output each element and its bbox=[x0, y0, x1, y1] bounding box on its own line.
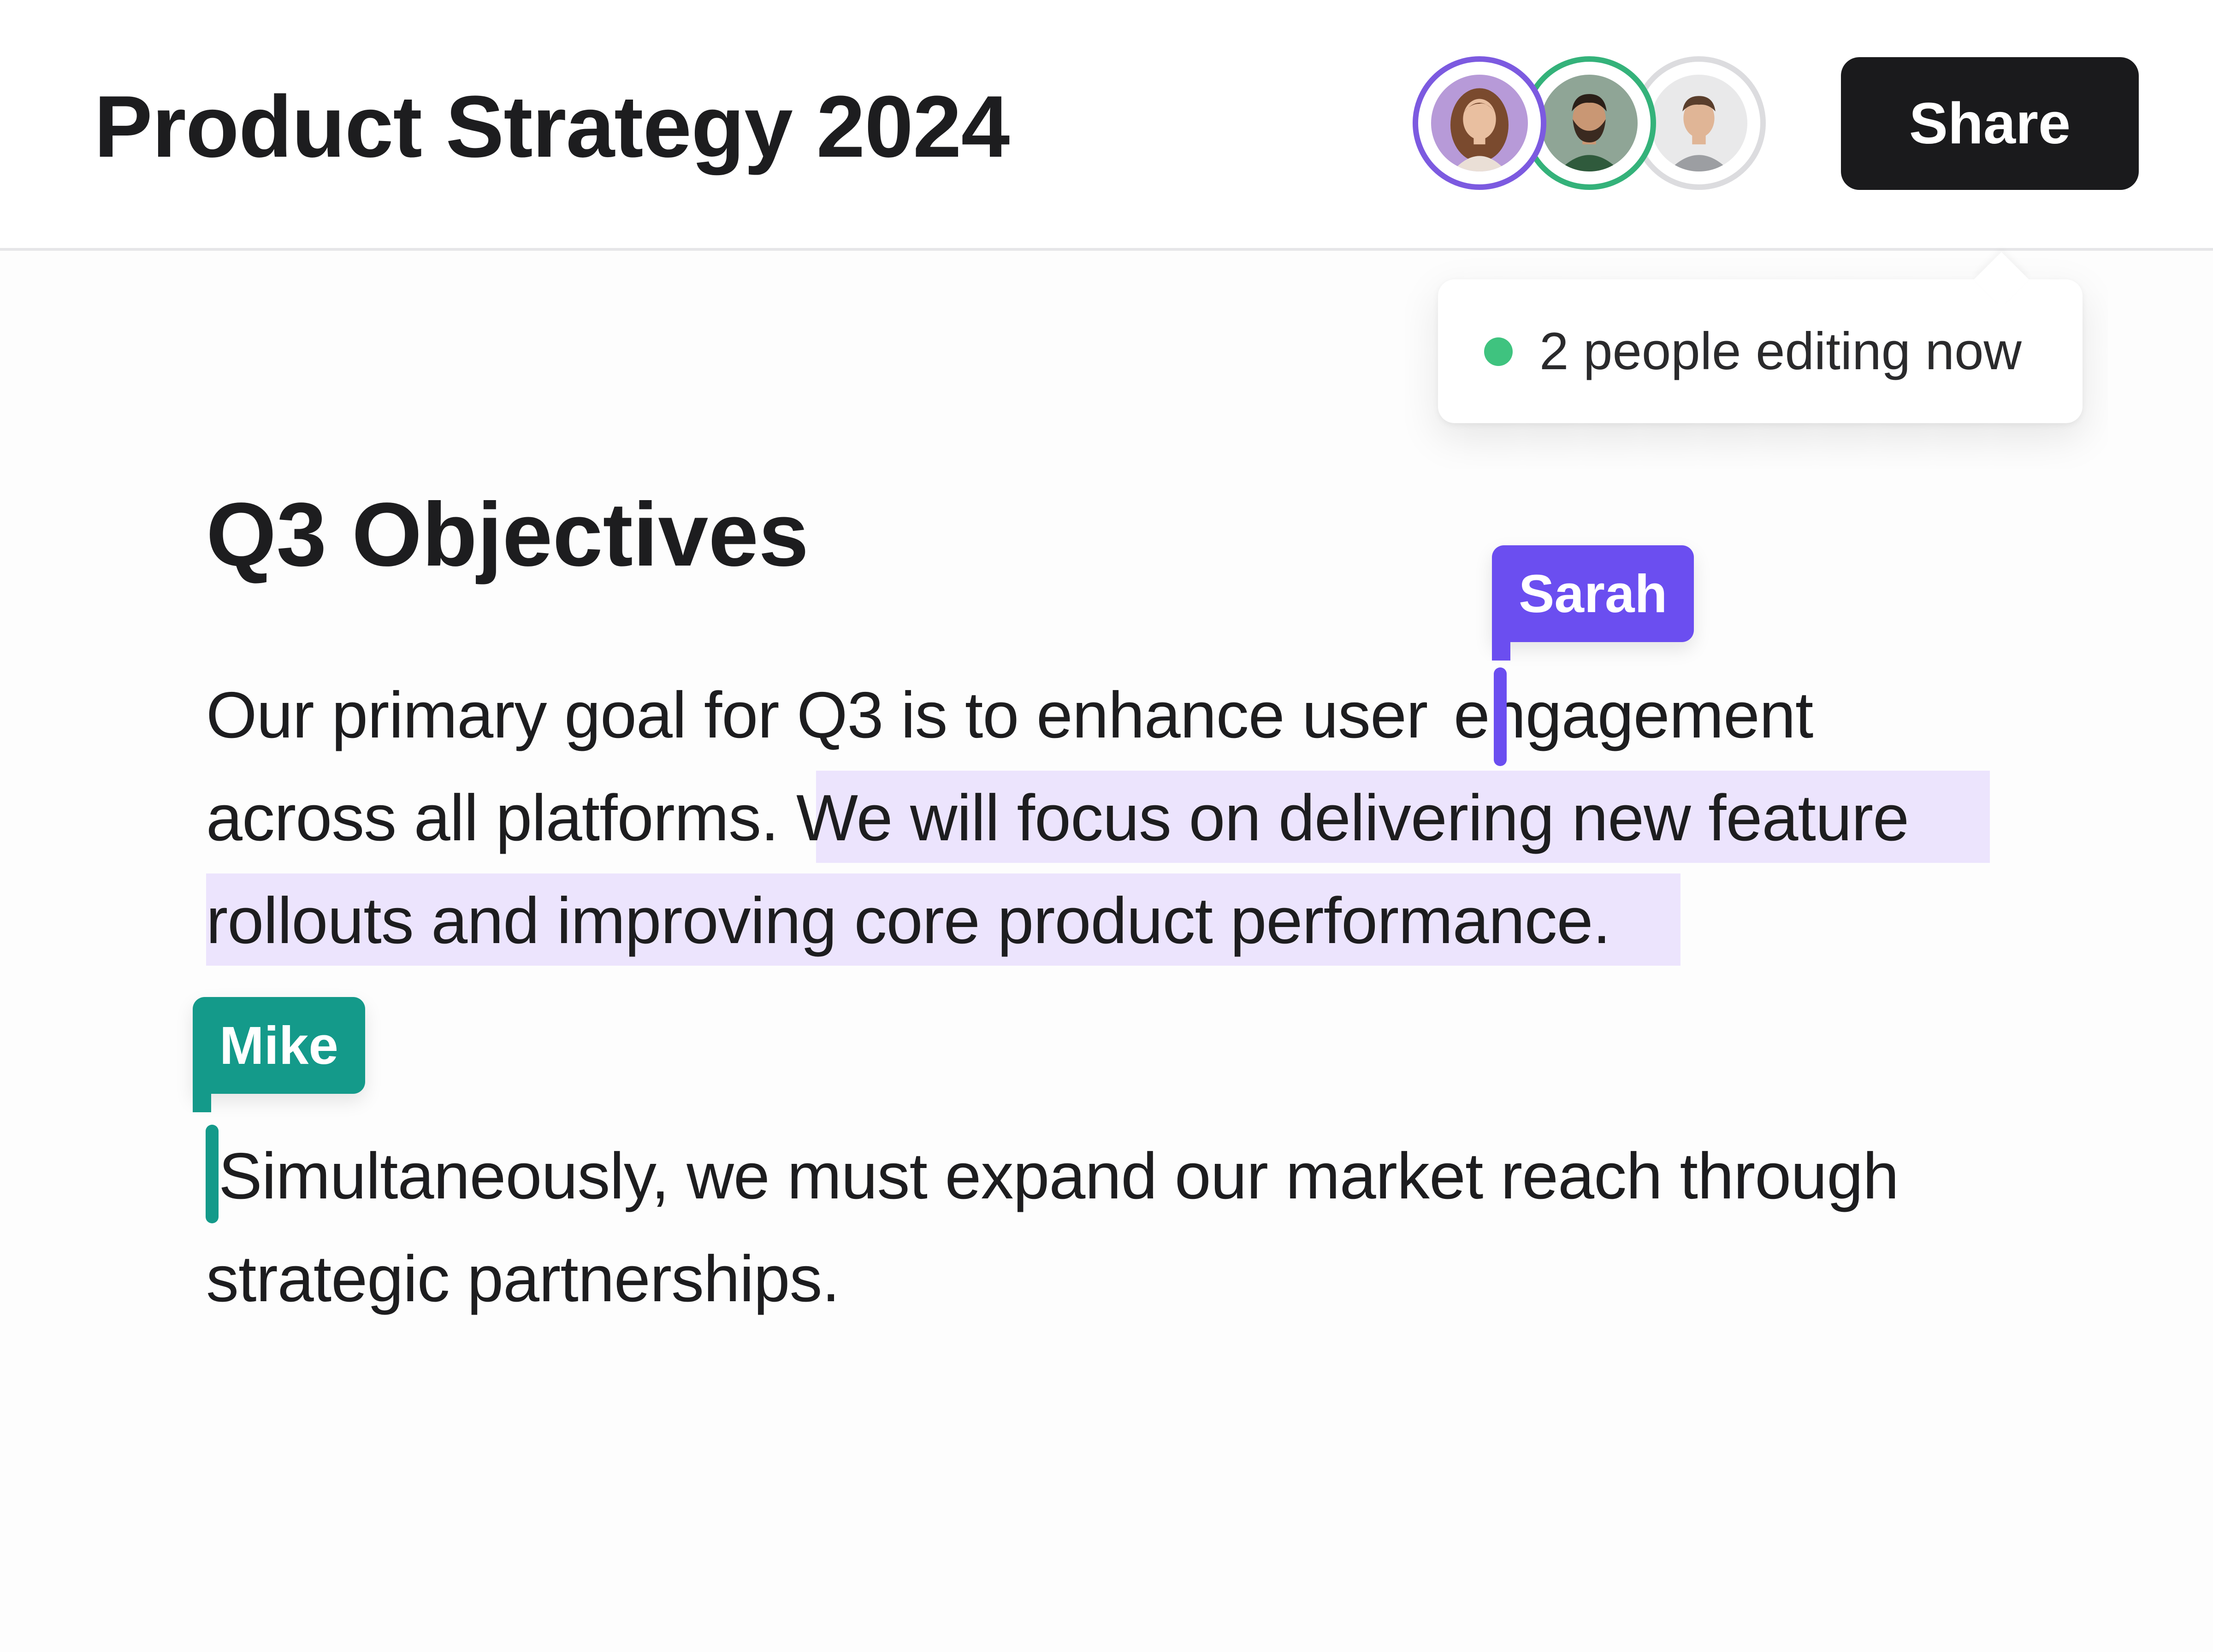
section-heading[interactable]: Q3 Objectives bbox=[206, 479, 809, 590]
presence-text: 2 people editing now bbox=[1539, 322, 2022, 381]
cursor-name-mike: Mike bbox=[219, 1015, 338, 1075]
text-caret-sarah bbox=[1494, 667, 1507, 766]
unselected-text: across all platforms. bbox=[206, 781, 797, 855]
avatar-man-icon bbox=[1651, 75, 1747, 171]
document-editor: Product Strategy 2024 Share 2 people edi… bbox=[0, 0, 2213, 1652]
text-after-cursor: engagement bbox=[1453, 678, 1814, 752]
paragraph-1-line-1[interactable]: Our primary goal for Q3 is to enhance us… bbox=[206, 669, 1813, 761]
cursor-label-mike: Mike bbox=[193, 997, 365, 1112]
selected-text: We will focus on delivering new feature bbox=[796, 781, 1909, 855]
cursor-flag-tail bbox=[193, 1092, 211, 1112]
cursor-flag-tail bbox=[1492, 640, 1510, 661]
paragraph-1-line-3[interactable]: rollouts and improving core product perf… bbox=[206, 875, 1611, 967]
avatar-bearded-man-icon bbox=[1541, 75, 1638, 171]
popover-arrow bbox=[1974, 252, 2029, 307]
document-title[interactable]: Product Strategy 2024 bbox=[94, 76, 1010, 177]
avatar-woman-icon bbox=[1431, 75, 1528, 171]
presence-popover: 2 people editing now bbox=[1438, 252, 2083, 423]
text-before-cursor: Our primary goal for Q3 is to enhance us… bbox=[206, 678, 1445, 752]
cursor-label-sarah: Sarah bbox=[1492, 545, 1694, 661]
paragraph-2-line-2[interactable]: strategic partnerships. bbox=[206, 1233, 840, 1325]
collaborator-avatar-sarah[interactable] bbox=[1413, 56, 1546, 190]
selected-text: rollouts and improving core product perf… bbox=[206, 884, 1611, 957]
collaborator-avatars bbox=[1413, 56, 1766, 190]
cursor-name-sarah: Sarah bbox=[1519, 564, 1668, 624]
paragraph-2-line-1[interactable]: Simultaneously, we must expand our marke… bbox=[219, 1130, 1899, 1222]
paragraph-1-line-2[interactable]: across all platforms. We will focus on d… bbox=[206, 772, 1909, 864]
share-button[interactable]: Share bbox=[1841, 57, 2139, 190]
online-status-dot-icon bbox=[1484, 337, 1513, 366]
text-caret-mike bbox=[206, 1125, 219, 1223]
document-header: Product Strategy 2024 Share bbox=[0, 0, 2213, 251]
